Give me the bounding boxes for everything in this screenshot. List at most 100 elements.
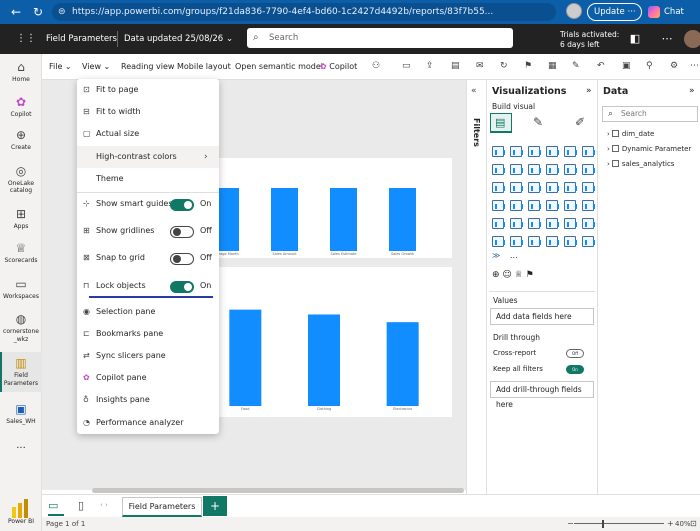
menu-sync-slicers[interactable]: ⇄ Sync slicers pane	[77, 345, 219, 367]
smart-guides-toggle[interactable]	[170, 199, 194, 211]
menu-performance-analyzer[interactable]: ◔ Performance analyzer	[77, 412, 219, 434]
menu-fit-to-width[interactable]: ⊟ Fit to width	[77, 101, 219, 123]
expand-filters-icon[interactable]: «	[471, 86, 477, 96]
bar-electronics[interactable]	[386, 322, 419, 406]
file-menu[interactable]: File ⌄	[49, 62, 72, 71]
visual-type-icon[interactable]	[546, 218, 559, 229]
visual-type-icon[interactable]	[528, 146, 541, 157]
pin-icon[interactable]: ⚲	[646, 61, 653, 71]
snap-toggle[interactable]	[170, 253, 194, 265]
visual-type-icon[interactable]	[528, 200, 541, 211]
visual-type-icon[interactable]	[582, 200, 595, 211]
nav-sales-wh[interactable]: ▣ Sales_WH	[0, 402, 42, 425]
theme-toggle-icon[interactable]: ◧	[628, 32, 642, 46]
profile-avatar[interactable]	[566, 3, 582, 19]
collapse-viz-icon[interactable]: »	[586, 86, 592, 96]
tab-nav-arrows[interactable]: ‹ ›	[100, 501, 108, 509]
visual-type-icon[interactable]	[564, 164, 577, 175]
alert-icon[interactable]: ⚑	[524, 61, 532, 71]
more-options-icon[interactable]: ⋯	[660, 32, 674, 46]
settings-icon[interactable]: ⚙	[670, 61, 678, 71]
menu-high-contrast[interactable]: High-contrast colors ›	[77, 146, 219, 168]
values-drop-zone[interactable]: Add data fields here	[490, 308, 594, 325]
bar-sales-growth[interactable]	[389, 188, 416, 251]
visual-type-icon[interactable]	[492, 146, 505, 157]
nav-create[interactable]: ⊕ Create	[0, 128, 42, 151]
visual-type-icon[interactable]	[492, 236, 505, 247]
visual-type-icon[interactable]	[492, 182, 505, 193]
bar-clothing[interactable]	[308, 314, 340, 406]
visual-type-icon[interactable]	[582, 182, 595, 193]
visual-type-icon[interactable]	[564, 146, 577, 157]
visual-type-icon[interactable]	[582, 218, 595, 229]
menu-lock-objects[interactable]: ⊓ Lock objects On	[77, 275, 219, 297]
table-sales-analytics[interactable]: › sales_analytics	[607, 160, 674, 168]
nav-field-parameters[interactable]: ▥ Field Parameters	[0, 352, 42, 392]
zoom-slider-thumb[interactable]	[602, 520, 604, 528]
menu-insights-pane[interactable]: ♁ Insights pane	[77, 389, 219, 411]
menu-copilot-pane[interactable]: ✿ Copilot pane	[77, 367, 219, 389]
visual-type-icon[interactable]	[510, 146, 523, 157]
reading-view-button[interactable]: Reading view	[121, 62, 174, 71]
desktop-layout-icon[interactable]: ▭	[48, 499, 62, 513]
undo-icon[interactable]: ↶	[597, 61, 605, 71]
zoom-in-icon[interactable]: +	[667, 517, 674, 531]
browser-update-button[interactable]: Update ···	[587, 3, 642, 21]
nav-apps[interactable]: ⊞ Apps	[0, 207, 42, 230]
bar-sales-estimate[interactable]	[330, 188, 357, 251]
visual-type-icon[interactable]	[492, 218, 505, 229]
table-dim-date[interactable]: › dim_date	[607, 130, 654, 138]
visual-type-icon[interactable]	[510, 164, 523, 175]
keep-filters-toggle[interactable]: On	[566, 365, 584, 374]
zoom-out-icon[interactable]: −	[567, 517, 574, 531]
visual-type-icon[interactable]	[564, 200, 577, 211]
cross-report-toggle[interactable]: Off	[566, 349, 584, 358]
subscribe-icon[interactable]: ✉	[476, 61, 484, 71]
app-launcher-icon[interactable]: ⋮⋮	[16, 34, 36, 44]
visual-type-icon[interactable]	[582, 236, 595, 247]
visual-type-icon[interactable]	[546, 236, 559, 247]
data-updated-dropdown[interactable]: Data updated 25/08/26 ⌄	[124, 34, 233, 44]
back-icon[interactable]: ←	[8, 4, 24, 20]
fit-screen-icon[interactable]: ⊡	[690, 517, 697, 531]
visual-type-icon[interactable]	[510, 236, 523, 247]
nav-home[interactable]: ⌂ Home	[0, 60, 42, 83]
nav-cornerstone[interactable]: ◍ cornerstone _wkz	[0, 312, 42, 344]
ribbon-more-icon[interactable]: ⋯	[690, 61, 699, 71]
page-tab-field-parameters[interactable]: Field Parameters	[122, 497, 202, 517]
visual-type-icon[interactable]	[510, 200, 523, 211]
visual-type-icon[interactable]	[492, 200, 505, 211]
lock-toggle[interactable]	[170, 281, 194, 293]
nav-onelake[interactable]: ◎ OneLake catalog	[0, 164, 42, 194]
add-page-button[interactable]: +	[203, 496, 227, 516]
visual-type-icon[interactable]	[564, 182, 577, 193]
visual-type-icon[interactable]	[510, 218, 523, 229]
table-dynamic-parameter[interactable]: › Dynamic Parameter	[607, 145, 691, 153]
open-semantic-model-button[interactable]: Open semantic model	[235, 62, 323, 71]
menu-bookmarks-pane[interactable]: ⊏ Bookmarks pane	[77, 323, 219, 345]
user-avatar[interactable]	[684, 30, 700, 48]
menu-fit-to-page[interactable]: ⊡ Fit to page	[77, 79, 219, 101]
format-visual-icon[interactable]: ✎	[533, 115, 543, 129]
nav-more[interactable]: ...	[0, 440, 42, 451]
copilot-ribbon-button[interactable]: ✿ Copilot	[320, 62, 357, 71]
python-visual-icon[interactable]: ≫	[492, 251, 500, 260]
visual-type-icon[interactable]	[510, 182, 523, 193]
horizontal-scrollbar[interactable]	[92, 488, 464, 493]
analytics-icon[interactable]: ✐	[575, 115, 585, 129]
teams-icon[interactable]: ▤	[451, 61, 460, 71]
collapse-data-icon[interactable]: »	[689, 86, 695, 96]
build-visual-tab[interactable]: ▤	[490, 113, 512, 133]
visual-type-icon[interactable]	[582, 164, 595, 175]
report-name[interactable]: Field Parameters	[46, 34, 117, 44]
edit-icon[interactable]: ✎	[572, 61, 580, 71]
menu-snap-to-grid[interactable]: ⊠ Snap to grid Off	[77, 247, 219, 269]
menu-actual-size[interactable]: ▢ Actual size	[77, 123, 219, 145]
visual-type-icon[interactable]	[546, 200, 559, 211]
address-bar[interactable]: ⊜ https://app.powerbi.com/groups/f21da83…	[52, 3, 556, 21]
search-input[interactable]: ⌕ Search	[247, 28, 513, 48]
visual-type-icon[interactable]	[546, 164, 559, 175]
nav-workspaces[interactable]: ▭ Workspaces	[0, 277, 42, 300]
mobile-layout-button[interactable]: Mobile layout	[177, 62, 231, 71]
save-icon[interactable]: ▣	[622, 61, 631, 71]
